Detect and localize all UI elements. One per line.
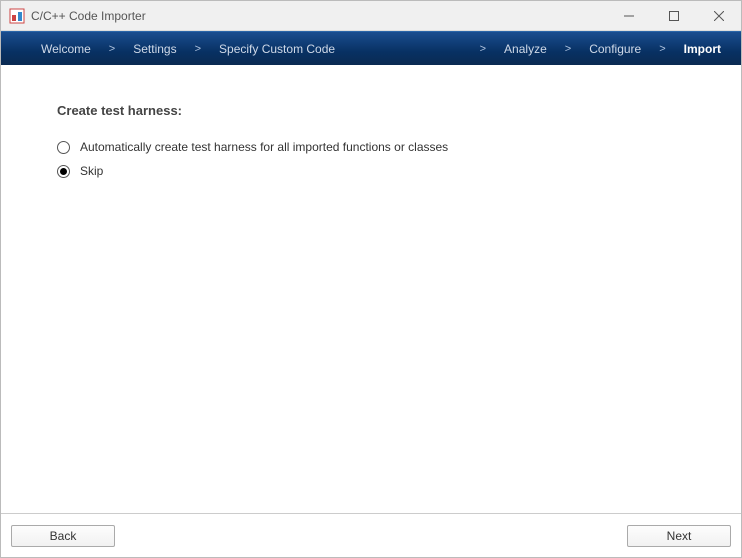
- section-heading: Create test harness:: [57, 103, 685, 118]
- radio-label: Automatically create test harness for al…: [80, 140, 448, 154]
- step-analyze[interactable]: Analyze: [504, 42, 547, 56]
- minimize-button[interactable]: [606, 1, 651, 30]
- step-specify-custom-code[interactable]: Specify Custom Code: [219, 42, 335, 56]
- chevron-right-icon: >: [195, 43, 201, 55]
- chevron-right-icon: >: [109, 43, 115, 55]
- next-button[interactable]: Next: [627, 525, 731, 547]
- footer: Back Next: [1, 513, 741, 557]
- chevron-right-icon: >: [565, 43, 571, 55]
- radio-icon[interactable]: [57, 141, 70, 154]
- chevron-right-icon: >: [480, 43, 486, 55]
- chevron-right-icon: >: [659, 43, 665, 55]
- radio-label: Skip: [80, 164, 103, 178]
- radio-option-skip[interactable]: Skip: [57, 164, 685, 178]
- radio-option-auto[interactable]: Automatically create test harness for al…: [57, 140, 685, 154]
- step-configure[interactable]: Configure: [589, 42, 641, 56]
- step-import[interactable]: Import: [684, 42, 721, 56]
- wizard-breadcrumb: Welcome > Settings > Specify Custom Code…: [1, 31, 741, 65]
- back-button[interactable]: Back: [11, 525, 115, 547]
- radio-icon[interactable]: [57, 165, 70, 178]
- maximize-button[interactable]: [651, 1, 696, 30]
- window-title: C/C++ Code Importer: [31, 9, 606, 23]
- close-button[interactable]: [696, 1, 741, 30]
- app-icon: [9, 8, 25, 24]
- content-area: Create test harness: Automatically creat…: [1, 65, 741, 513]
- window-controls: [606, 1, 741, 30]
- titlebar: C/C++ Code Importer: [1, 1, 741, 31]
- step-settings[interactable]: Settings: [133, 42, 176, 56]
- step-welcome[interactable]: Welcome: [41, 42, 91, 56]
